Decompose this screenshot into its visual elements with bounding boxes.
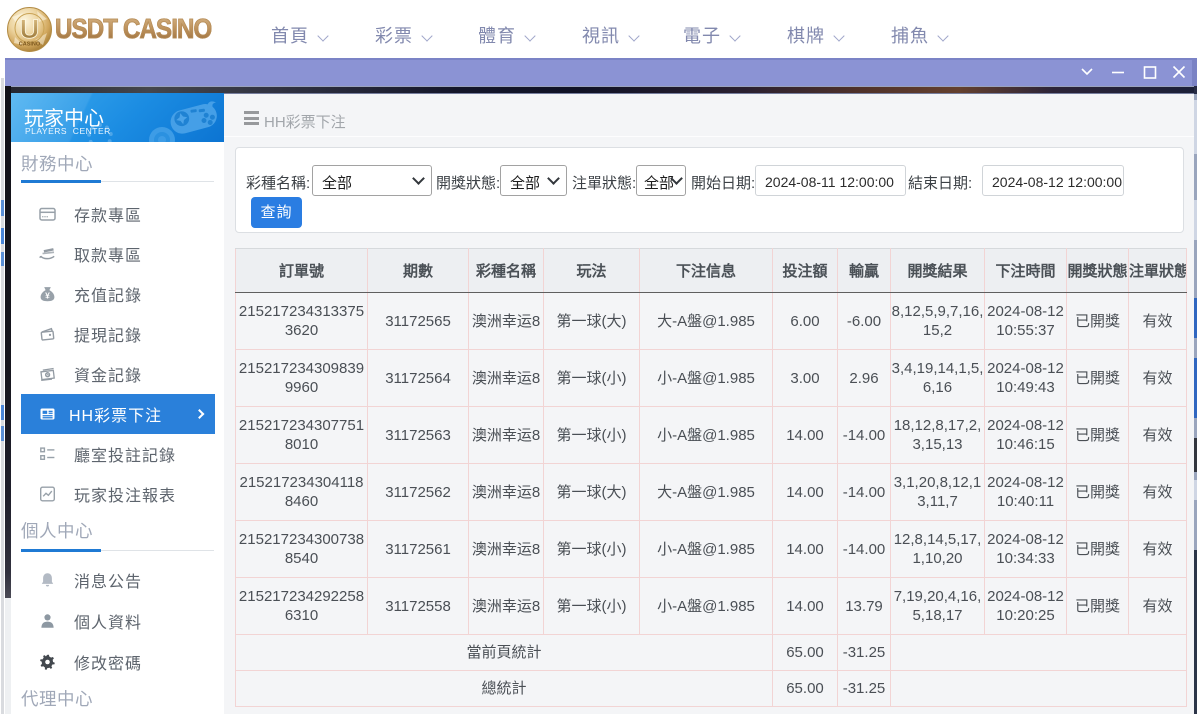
svg-text:U: U (20, 14, 40, 44)
svg-text:CASINO: CASINO (19, 42, 41, 48)
svg-text:$: $ (46, 373, 49, 379)
svg-text:¥: ¥ (45, 291, 50, 301)
